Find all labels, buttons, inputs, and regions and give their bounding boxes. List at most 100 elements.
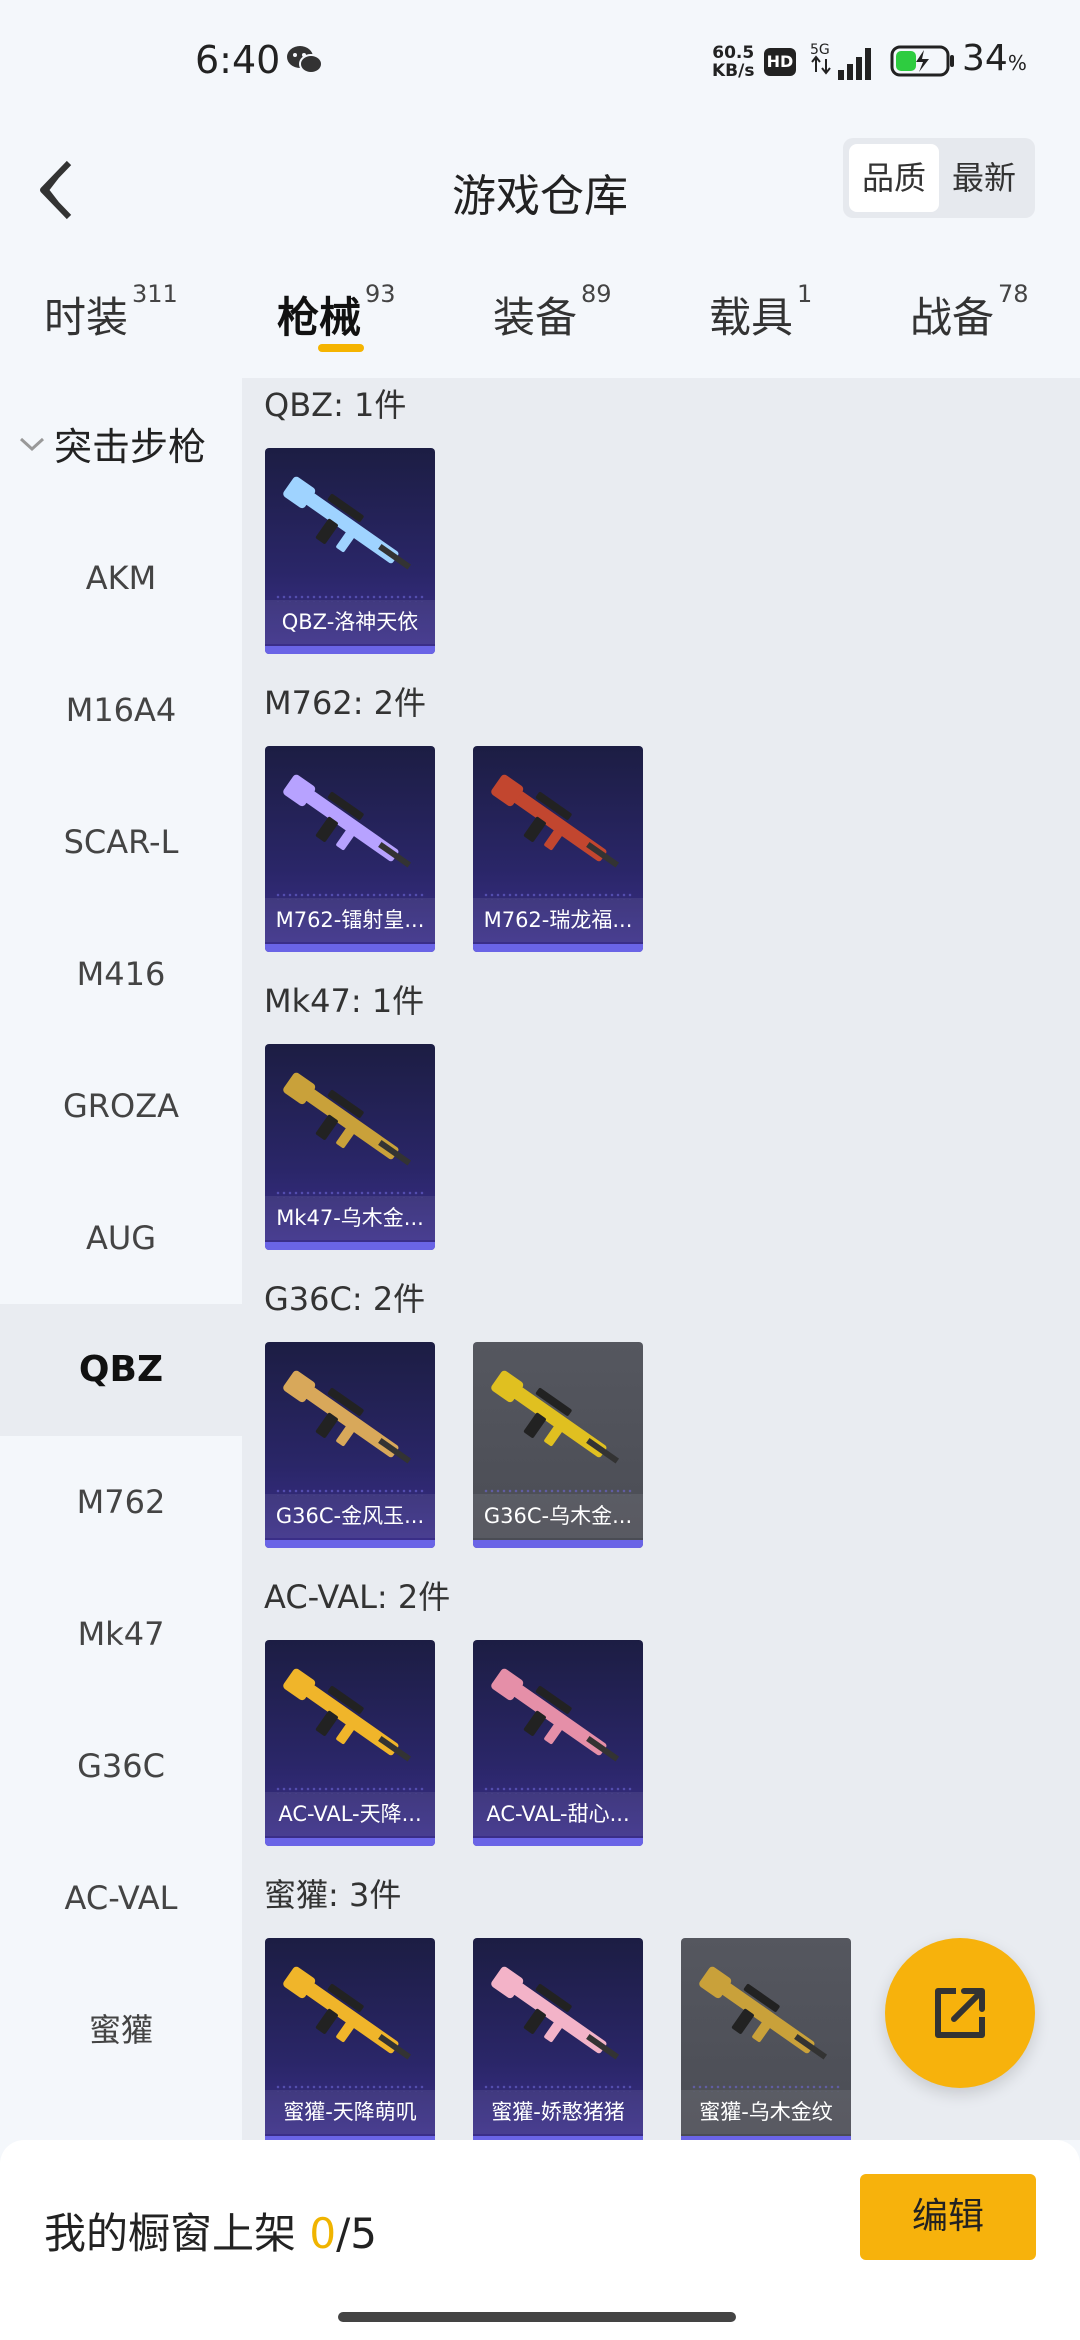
- tab-label: 战备: [910, 293, 995, 342]
- tab-label: 枪械: [277, 293, 362, 342]
- tab-equipment[interactable]: 装备 89: [493, 280, 612, 345]
- sidebar-item-qbz[interactable]: QBZ: [0, 1304, 242, 1436]
- sidebar-item-aug[interactable]: AUG: [0, 1172, 242, 1304]
- skin-card[interactable]: 蜜獾-乌木金纹: [681, 1938, 851, 2140]
- tab-active-indicator: [318, 344, 364, 352]
- rifle-icon: [699, 1966, 828, 2060]
- rifle-icon: [283, 476, 412, 570]
- skin-card[interactable]: QBZ-洛神天依: [265, 448, 435, 654]
- edit-button[interactable]: 编辑: [860, 2174, 1036, 2260]
- sidebar-item-ac-val[interactable]: AC-VAL: [0, 1832, 242, 1964]
- chevron-down-icon: [19, 437, 45, 452]
- tab-count: 1: [797, 280, 813, 308]
- group-title: 蜜獾: 3件: [264, 1876, 402, 1914]
- home-indicator: [338, 2312, 736, 2322]
- card-quality-bar: [265, 1242, 435, 1250]
- card-quality-bar: [265, 1838, 435, 1846]
- skin-name: Mk47-乌木金...: [265, 1196, 435, 1240]
- sidebar-item-m762[interactable]: M762: [0, 1436, 242, 1568]
- rifle-icon: [491, 1966, 620, 2060]
- sidebar-category-assault-rifles[interactable]: 突击步枪: [0, 416, 242, 476]
- sidebar-item-groza[interactable]: GROZA: [0, 1040, 242, 1172]
- shelf-count: 0: [309, 2209, 337, 2258]
- hd-icon: HD: [764, 48, 796, 76]
- tab-supplies[interactable]: 战备 78: [910, 280, 1029, 345]
- skin-card[interactable]: AC-VAL-天降...: [265, 1640, 435, 1846]
- sidebar-item-m416[interactable]: M416: [0, 908, 242, 1040]
- skin-card[interactable]: 蜜獾-天降萌叽: [265, 1938, 435, 2140]
- rifle-icon: [491, 774, 620, 868]
- skin-card[interactable]: Mk47-乌木金...: [265, 1044, 435, 1250]
- tab-fashion[interactable]: 时装 311: [44, 280, 178, 345]
- battery-value: 34: [962, 38, 1008, 79]
- skin-name: G36C-乌木金...: [473, 1494, 643, 1538]
- bottom-bar: 我的橱窗上架 0/5 编辑: [0, 2140, 1080, 2340]
- wechat-icon: [287, 46, 323, 74]
- sidebar-heading-label: 突击步枪: [54, 425, 207, 469]
- card-quality-bar: [473, 1540, 643, 1548]
- sort-toggle: 品质 最新: [843, 138, 1035, 218]
- shelf-total: /5: [336, 2209, 377, 2258]
- tab-vehicles[interactable]: 载具 1: [709, 280, 812, 345]
- skin-name: 蜜獾-乌木金纹: [681, 2090, 851, 2134]
- skin-name: 蜜獾-天降萌叽: [265, 2090, 435, 2134]
- tab-label: 时装: [44, 293, 129, 342]
- shelf-status: 我的橱窗上架 0/5: [44, 2200, 377, 2261]
- skin-name: M762-瑞龙福...: [473, 898, 643, 942]
- sidebar-item-akm[interactable]: AKM: [0, 512, 242, 644]
- rifle-icon: [283, 1966, 412, 2060]
- skin-name: AC-VAL-天降...: [265, 1792, 435, 1836]
- sort-newest-button[interactable]: 最新: [939, 144, 1029, 212]
- card-quality-bar: [265, 1540, 435, 1548]
- network-speed-unit: KB/s: [712, 61, 755, 81]
- tab-count: 78: [998, 280, 1029, 308]
- tab-count: 311: [132, 280, 178, 308]
- card-quality-bar: [265, 944, 435, 952]
- tab-firearms[interactable]: 枪械 93: [277, 280, 396, 345]
- group-title: AC-VAL: 2件: [264, 1578, 451, 1616]
- status-bar: 6:40 60.5 KB/s HD 5G 34%: [0, 0, 1080, 120]
- skin-name: M762-镭射皇...: [265, 898, 435, 942]
- tab-count: 89: [581, 280, 612, 308]
- battery-icon: [890, 45, 954, 77]
- rifle-icon: [283, 774, 412, 868]
- rifle-icon: [491, 1668, 620, 1762]
- sidebar-item-scar-l[interactable]: SCAR-L: [0, 776, 242, 908]
- network-speed: 60.5 KB/s: [712, 44, 754, 80]
- status-time: 6:40: [195, 38, 281, 82]
- share-external-icon: [935, 1988, 985, 2038]
- sidebar-item-m16a4[interactable]: M16A4: [0, 644, 242, 776]
- skin-name: 蜜獾-娇憨猪猪: [473, 2090, 643, 2134]
- tab-label: 载具: [709, 293, 794, 342]
- category-tabs: 时装 311 枪械 93 装备 89 载具 1 战备 78: [0, 260, 1080, 380]
- skin-name: QBZ-洛神天依: [265, 600, 435, 644]
- rifle-icon: [283, 1668, 412, 1762]
- battery-unit: %: [1007, 51, 1027, 75]
- skin-card[interactable]: M762-镭射皇...: [265, 746, 435, 952]
- weapon-sidebar: 突击步枪 AKM M16A4 SCAR-L M416 GROZA AUG QBZ…: [0, 378, 242, 2140]
- rifle-icon: [283, 1072, 412, 1166]
- skin-name: G36C-金风玉...: [265, 1494, 435, 1538]
- skin-card[interactable]: 蜜獾-娇憨猪猪: [473, 1938, 643, 2140]
- skin-card[interactable]: AC-VAL-甜心...: [473, 1640, 643, 1846]
- sort-quality-button[interactable]: 品质: [849, 144, 939, 212]
- rifle-icon: [491, 1370, 620, 1464]
- sidebar-item-mk47[interactable]: Mk47: [0, 1568, 242, 1700]
- app-header: 游戏仓库 品质 最新: [0, 120, 1080, 280]
- signal-icon: 5G: [810, 42, 871, 80]
- share-button[interactable]: [885, 1938, 1035, 2088]
- skin-card[interactable]: M762-瑞龙福...: [473, 746, 643, 952]
- weapon-skin-grid: QBZ: 1件 QBZ-洛神天依 M762: 2件 M762-镭射皇... M762-瑞…: [242, 378, 1080, 2140]
- tab-count: 93: [365, 280, 396, 308]
- network-speed-value: 60.5: [712, 43, 755, 63]
- card-quality-bar: [473, 944, 643, 952]
- card-quality-bar: [265, 646, 435, 654]
- signal-label: 5G: [810, 42, 830, 58]
- skin-card[interactable]: G36C-乌木金...: [473, 1342, 643, 1548]
- skin-card[interactable]: G36C-金风玉...: [265, 1342, 435, 1548]
- sidebar-item-g36c[interactable]: G36C: [0, 1700, 242, 1832]
- sidebar-item-honey-badger[interactable]: 蜜獾: [0, 1964, 242, 2096]
- group-title: G36C: 2件: [264, 1280, 426, 1318]
- skin-name: AC-VAL-甜心...: [473, 1792, 643, 1836]
- group-title: M762: 2件: [264, 684, 427, 722]
